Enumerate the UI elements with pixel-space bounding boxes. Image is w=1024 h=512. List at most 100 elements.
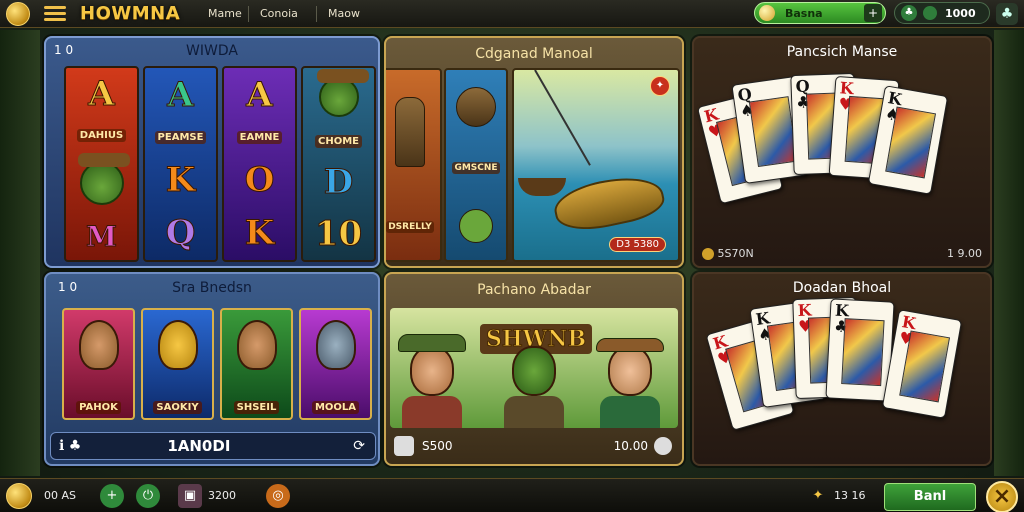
slot-reels: A DAHIUS M A PEAMSE K Q A EAMNE O K CHOM… bbox=[64, 66, 376, 262]
refresh-icon[interactable]: ⟳ bbox=[353, 438, 365, 454]
adventure-stake: S500 bbox=[422, 439, 453, 453]
coin-icon[interactable]: ◎ bbox=[266, 484, 290, 508]
reel-symbol: A bbox=[167, 74, 194, 115]
panel-title: Pancsich Manse bbox=[786, 44, 898, 60]
goblin-face-icon bbox=[316, 68, 369, 117]
panel-title: Pachano Abadar bbox=[477, 282, 591, 298]
stake-value: 5S70N bbox=[717, 247, 754, 260]
totem-icon bbox=[395, 97, 425, 167]
slot-reel: A DAHIUS M bbox=[64, 66, 139, 262]
coin-logo-icon[interactable] bbox=[6, 2, 30, 26]
reel-symbol: K bbox=[244, 213, 275, 254]
top-bar: HOWMNA Mame Conoia Maow Basna + ♣ 1000 ♣ bbox=[0, 0, 1024, 28]
footer-stat: 13 16 bbox=[834, 489, 866, 502]
panel-title: WIWDA bbox=[186, 43, 238, 59]
character-portrait bbox=[236, 320, 277, 370]
reel-caption: GMSCNE bbox=[452, 161, 500, 174]
hero-portrait bbox=[396, 328, 468, 428]
tile-caption: MOOLA bbox=[311, 401, 360, 414]
fish-icon bbox=[456, 87, 496, 128]
power-icon[interactable]: ⏻ bbox=[136, 484, 160, 508]
reel-symbol: A bbox=[246, 74, 273, 115]
adventure-payout: 10.00 bbox=[613, 439, 648, 453]
balance-pill[interactable]: Basna + bbox=[754, 2, 886, 24]
goblin-face-icon bbox=[77, 152, 130, 205]
slot-reel: A PEAMSE K Q bbox=[143, 66, 218, 262]
characters-value: 1AN0DI bbox=[167, 437, 231, 455]
nav-divider bbox=[248, 6, 249, 22]
playing-card: K ♥ bbox=[881, 309, 963, 419]
character-tile[interactable]: SHSEIL bbox=[220, 308, 293, 420]
reel-symbol: O bbox=[244, 160, 275, 201]
characters-bar[interactable]: ℹ ♣ 1AN0DI ⟳ bbox=[50, 432, 376, 460]
nav-link-3[interactable]: Maow bbox=[328, 7, 360, 20]
panel-title: Sra Bnedsn bbox=[172, 280, 252, 296]
add-balance-button[interactable]: + bbox=[864, 4, 882, 22]
reel-caption: PEAMSE bbox=[154, 130, 207, 144]
fishing-reel: DSRELLY bbox=[386, 68, 442, 262]
info-icon[interactable]: ℹ ♣ bbox=[59, 438, 81, 454]
reel-symbol: A bbox=[88, 74, 115, 115]
hamburger-icon[interactable] bbox=[44, 6, 66, 22]
plus-icon[interactable]: + bbox=[100, 484, 124, 508]
footer-stat: 3200 bbox=[208, 489, 236, 502]
character-tile[interactable]: SAOKIY bbox=[141, 308, 214, 420]
close-button[interactable]: × bbox=[986, 481, 1018, 512]
nav-divider bbox=[316, 6, 317, 22]
bookmark-icon[interactable]: ✦ bbox=[650, 76, 670, 96]
nav-link-2[interactable]: Conoia bbox=[260, 7, 298, 20]
panel-title: Doadan Bhoal bbox=[792, 280, 892, 296]
character-portrait bbox=[315, 320, 356, 370]
character-tiles: PAHOK SAOKIY SHSEIL MOOLA bbox=[62, 308, 372, 420]
tile-caption: SAOKIY bbox=[153, 401, 202, 414]
coin-icon bbox=[759, 5, 775, 21]
cards-panel-bottom[interactable]: Doadan Bhoal K ♥ K ♠ K ♥ K ♣ K ♥ bbox=[692, 272, 992, 466]
fishing-scene: ✦ D3 5380 bbox=[512, 68, 680, 262]
reel-caption: CHOME bbox=[315, 134, 362, 148]
reel-symbol: Q bbox=[165, 213, 196, 254]
fishing-panel[interactable]: Cdganad Manoal DSRELLY GMSCNE ✦ D3 5380 bbox=[384, 36, 684, 268]
adventure-scene: SHWNB bbox=[390, 308, 678, 428]
character-tile[interactable]: PAHOK bbox=[62, 308, 135, 420]
footer-stat: 00 AS bbox=[44, 489, 77, 502]
tile-caption: PAHOK bbox=[76, 401, 121, 414]
characters-panel[interactable]: 1 0 Sra Bnedsn PAHOK SAOKIY SHSEIL MOOLA… bbox=[44, 272, 380, 466]
gift-icon[interactable]: ▣ bbox=[178, 484, 202, 508]
gems-pill[interactable]: ♣ 1000 bbox=[894, 2, 990, 24]
playing-card: K ♣ bbox=[825, 298, 895, 402]
character-portrait bbox=[157, 320, 198, 370]
reel-symbol: 10 bbox=[314, 214, 363, 255]
gem-icon bbox=[923, 6, 937, 20]
clover-icon: ♣ bbox=[901, 5, 917, 21]
frog-icon bbox=[459, 208, 493, 243]
cards-panel-top[interactable]: Pancsich Manse K ♥ Q ♠ Q ♣ K ♥ K ♠ 5S70N 1 9.… bbox=[692, 36, 992, 268]
crocodile-icon bbox=[550, 169, 668, 237]
play-button[interactable]: Banl bbox=[884, 483, 976, 511]
trophy-icon: ✦ bbox=[812, 488, 824, 503]
character-portrait bbox=[78, 320, 119, 370]
tile-caption: SHSEIL bbox=[233, 401, 280, 414]
nav-link-1[interactable]: Mame bbox=[208, 7, 242, 20]
slot-reel: CHOME D 10 bbox=[301, 66, 376, 262]
fishing-line bbox=[534, 70, 591, 166]
balance-label: Basna bbox=[785, 6, 823, 20]
slot-reel: A EAMNE O K bbox=[222, 66, 297, 262]
ticket-icon[interactable] bbox=[394, 436, 414, 456]
reel-caption: DAHIUS bbox=[76, 129, 127, 143]
reel-symbol: D bbox=[323, 162, 354, 203]
bottom-bar: 00 AS + ⏻ ▣ 3200 ◎ ✦ 13 16 Banl × bbox=[0, 478, 1024, 512]
jungle-left-decoration bbox=[0, 30, 40, 476]
coin-icon bbox=[702, 248, 714, 260]
jungle-right-decoration bbox=[994, 30, 1024, 476]
boat-icon bbox=[518, 178, 566, 196]
profile-coin-icon[interactable] bbox=[6, 483, 32, 509]
slots-panel[interactable]: 1 0 WIWDA A DAHIUS M A PEAMSE K Q A EAMN… bbox=[44, 36, 380, 268]
adventure-panel[interactable]: Pachano Abadar SHWNB S500 10.00 bbox=[384, 272, 684, 466]
table-stake: 5S70N bbox=[702, 247, 754, 260]
goblin-portrait bbox=[498, 328, 570, 428]
adventure-footer: S500 10.00 bbox=[390, 434, 678, 458]
gems-value: 1000 bbox=[945, 6, 976, 20]
character-tile[interactable]: MOOLA bbox=[299, 308, 372, 420]
settings-icon[interactable]: ♣ bbox=[996, 3, 1018, 25]
info-icon[interactable] bbox=[654, 437, 672, 455]
